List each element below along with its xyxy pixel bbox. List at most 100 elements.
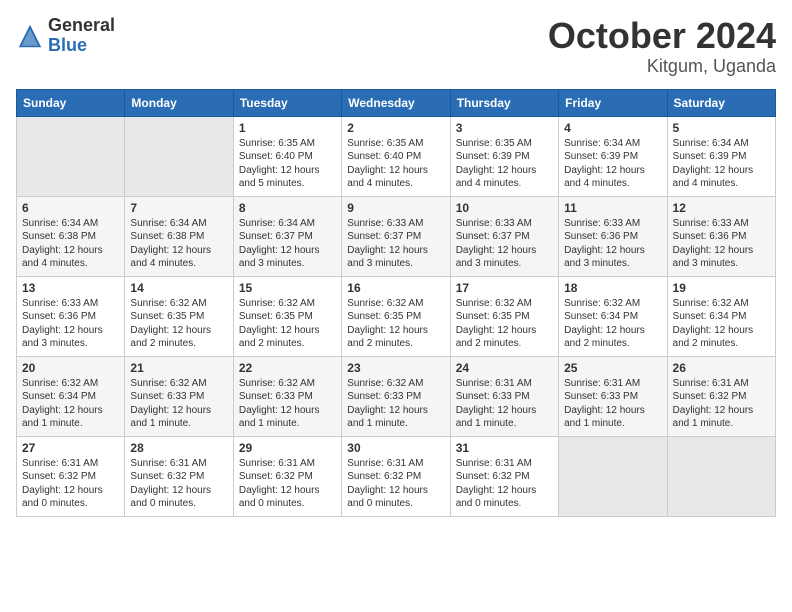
- calendar-cell: [667, 436, 775, 516]
- day-number: 25: [564, 361, 661, 375]
- calendar-cell: [17, 116, 125, 196]
- cell-details: Sunrise: 6:34 AM Sunset: 6:38 PM Dayligh…: [22, 217, 119, 271]
- weekday-header-monday: Monday: [125, 89, 233, 116]
- day-number: 2: [347, 121, 444, 135]
- day-number: 7: [130, 201, 227, 215]
- cell-details: Sunrise: 6:32 AM Sunset: 6:33 PM Dayligh…: [130, 377, 227, 431]
- day-number: 23: [347, 361, 444, 375]
- week-row-1: 1 Sunrise: 6:35 AM Sunset: 6:40 PM Daylig…: [17, 116, 776, 196]
- day-number: 6: [22, 201, 119, 215]
- day-number: 20: [22, 361, 119, 375]
- weekday-header-saturday: Saturday: [667, 89, 775, 116]
- calendar-cell: 14Sunrise: 6:32 AM Sunset: 6:35 PM Dayli…: [125, 276, 233, 356]
- day-number: 29: [239, 441, 336, 455]
- cell-details: Sunrise: 6:31 AM Sunset: 6:32 PM Dayligh…: [673, 377, 770, 431]
- logo-general: General: [48, 16, 115, 36]
- calendar-cell: 16Sunrise: 6:32 AM Sunset: 6:35 PM Dayli…: [342, 276, 450, 356]
- calendar-cell: 23 Sunrise: 6:32 AM Sunset: 6:33 PM Dayli…: [342, 356, 450, 436]
- month-title: October 2024: [548, 16, 776, 56]
- cell-details: Sunrise: 6:35 AM Sunset: 6:40 PM Dayligh…: [347, 137, 444, 191]
- title-block: October 2024 Kitgum, Uganda: [548, 16, 776, 77]
- location: Kitgum, Uganda: [548, 56, 776, 77]
- calendar-cell: 25 Sunrise: 6:31 AM Sunset: 6:33 PM Dayli…: [559, 356, 667, 436]
- calendar-cell: 12 Sunrise: 6:33 AM Sunset: 6:36 PM Dayli…: [667, 196, 775, 276]
- calendar-cell: 11 Sunrise: 6:33 AM Sunset: 6:36 PM Dayli…: [559, 196, 667, 276]
- calendar-cell: 6 Sunrise: 6:34 AM Sunset: 6:38 PM Daylig…: [17, 196, 125, 276]
- calendar-cell: 28Sunrise: 6:31 AM Sunset: 6:32 PM Dayli…: [125, 436, 233, 516]
- weekday-header-sunday: Sunday: [17, 89, 125, 116]
- day-number: 10: [456, 201, 553, 215]
- cell-details: Sunrise: 6:33 AM Sunset: 6:36 PM Dayligh…: [564, 217, 661, 271]
- calendar-cell: 21 Sunrise: 6:32 AM Sunset: 6:33 PM Dayli…: [125, 356, 233, 436]
- day-number: 5: [673, 121, 770, 135]
- cell-details: Sunrise: 6:35 AM Sunset: 6:39 PM Dayligh…: [456, 137, 553, 191]
- day-number: 24: [456, 361, 553, 375]
- calendar-cell: [559, 436, 667, 516]
- page-header: General Blue October 2024 Kitgum, Uganda: [16, 16, 776, 77]
- cell-details: Sunrise: 6:32 AM Sunset: 6:35 PM Dayligh…: [456, 297, 553, 351]
- day-number: 17: [456, 281, 553, 295]
- cell-details: Sunrise: 6:35 AM Sunset: 6:40 PM Dayligh…: [239, 137, 336, 191]
- cell-details: Sunrise: 6:31 AM Sunset: 6:33 PM Dayligh…: [456, 377, 553, 431]
- day-number: 22: [239, 361, 336, 375]
- calendar-cell: 31 Sunrise: 6:31 AM Sunset: 6:32 PM Dayli…: [450, 436, 558, 516]
- day-number: 4: [564, 121, 661, 135]
- week-row-3: 13 Sunrise: 6:33 AM Sunset: 6:36 PM Dayli…: [17, 276, 776, 356]
- cell-details: Sunrise: 6:33 AM Sunset: 6:37 PM Dayligh…: [347, 217, 444, 271]
- week-row-2: 6 Sunrise: 6:34 AM Sunset: 6:38 PM Daylig…: [17, 196, 776, 276]
- logo-blue: Blue: [48, 36, 115, 56]
- cell-details: Sunrise: 6:34 AM Sunset: 6:37 PM Dayligh…: [239, 217, 336, 271]
- calendar-cell: 10 Sunrise: 6:33 AM Sunset: 6:37 PM Dayli…: [450, 196, 558, 276]
- day-number: 1: [239, 121, 336, 135]
- cell-details: Sunrise: 6:32 AM Sunset: 6:35 PM Dayligh…: [239, 297, 336, 351]
- day-number: 14: [130, 281, 227, 295]
- calendar-cell: 3 Sunrise: 6:35 AM Sunset: 6:39 PM Daylig…: [450, 116, 558, 196]
- cell-details: Sunrise: 6:33 AM Sunset: 6:36 PM Dayligh…: [673, 217, 770, 271]
- calendar-cell: 19 Sunrise: 6:32 AM Sunset: 6:34 PM Dayli…: [667, 276, 775, 356]
- calendar-cell: 5 Sunrise: 6:34 AM Sunset: 6:39 PM Daylig…: [667, 116, 775, 196]
- cell-details: Sunrise: 6:34 AM Sunset: 6:38 PM Dayligh…: [130, 217, 227, 271]
- day-number: 21: [130, 361, 227, 375]
- calendar-cell: 20 Sunrise: 6:32 AM Sunset: 6:34 PM Dayli…: [17, 356, 125, 436]
- calendar-cell: 4 Sunrise: 6:34 AM Sunset: 6:39 PM Daylig…: [559, 116, 667, 196]
- logo-icon: [16, 22, 44, 50]
- day-number: 11: [564, 201, 661, 215]
- day-number: 31: [456, 441, 553, 455]
- cell-details: Sunrise: 6:33 AM Sunset: 6:36 PM Dayligh…: [22, 297, 119, 351]
- cell-details: Sunrise: 6:32 AM Sunset: 6:33 PM Dayligh…: [347, 377, 444, 431]
- logo-text: General Blue: [48, 16, 115, 56]
- calendar-cell: 29 Sunrise: 6:31 AM Sunset: 6:32 PM Dayli…: [233, 436, 341, 516]
- calendar-cell: 24 Sunrise: 6:31 AM Sunset: 6:33 PM Dayli…: [450, 356, 558, 436]
- cell-details: Sunrise: 6:32 AM Sunset: 6:33 PM Dayligh…: [239, 377, 336, 431]
- day-number: 26: [673, 361, 770, 375]
- calendar-cell: 22 Sunrise: 6:32 AM Sunset: 6:33 PM Dayli…: [233, 356, 341, 436]
- day-number: 30: [347, 441, 444, 455]
- cell-details: Sunrise: 6:31 AM Sunset: 6:32 PM Dayligh…: [456, 457, 553, 511]
- cell-details: Sunrise: 6:34 AM Sunset: 6:39 PM Dayligh…: [564, 137, 661, 191]
- cell-details: Sunrise: 6:31 AM Sunset: 6:32 PM Dayligh…: [239, 457, 336, 511]
- day-number: 13: [22, 281, 119, 295]
- week-row-4: 20 Sunrise: 6:32 AM Sunset: 6:34 PM Dayli…: [17, 356, 776, 436]
- day-number: 15: [239, 281, 336, 295]
- day-number: 12: [673, 201, 770, 215]
- cell-details: Sunrise: 6:32 AM Sunset: 6:34 PM Dayligh…: [564, 297, 661, 351]
- cell-details: Sunrise: 6:34 AM Sunset: 6:39 PM Dayligh…: [673, 137, 770, 191]
- cell-details: Sunrise: 6:32 AM Sunset: 6:34 PM Dayligh…: [22, 377, 119, 431]
- calendar-cell: 27Sunrise: 6:31 AM Sunset: 6:32 PM Dayli…: [17, 436, 125, 516]
- calendar-cell: 15 Sunrise: 6:32 AM Sunset: 6:35 PM Dayli…: [233, 276, 341, 356]
- calendar-table: SundayMondayTuesdayWednesdayThursdayFrid…: [16, 89, 776, 517]
- logo: General Blue: [16, 16, 115, 56]
- day-number: 16: [347, 281, 444, 295]
- cell-details: Sunrise: 6:33 AM Sunset: 6:37 PM Dayligh…: [456, 217, 553, 271]
- calendar-cell: 30Sunrise: 6:31 AM Sunset: 6:32 PM Dayli…: [342, 436, 450, 516]
- calendar-cell: 1 Sunrise: 6:35 AM Sunset: 6:40 PM Daylig…: [233, 116, 341, 196]
- cell-details: Sunrise: 6:31 AM Sunset: 6:33 PM Dayligh…: [564, 377, 661, 431]
- cell-details: Sunrise: 6:32 AM Sunset: 6:34 PM Dayligh…: [673, 297, 770, 351]
- weekday-header-wednesday: Wednesday: [342, 89, 450, 116]
- day-number: 19: [673, 281, 770, 295]
- day-number: 8: [239, 201, 336, 215]
- cell-details: Sunrise: 6:31 AM Sunset: 6:32 PM Dayligh…: [22, 457, 119, 511]
- day-number: 3: [456, 121, 553, 135]
- calendar-cell: 17 Sunrise: 6:32 AM Sunset: 6:35 PM Dayli…: [450, 276, 558, 356]
- calendar-cell: 8 Sunrise: 6:34 AM Sunset: 6:37 PM Daylig…: [233, 196, 341, 276]
